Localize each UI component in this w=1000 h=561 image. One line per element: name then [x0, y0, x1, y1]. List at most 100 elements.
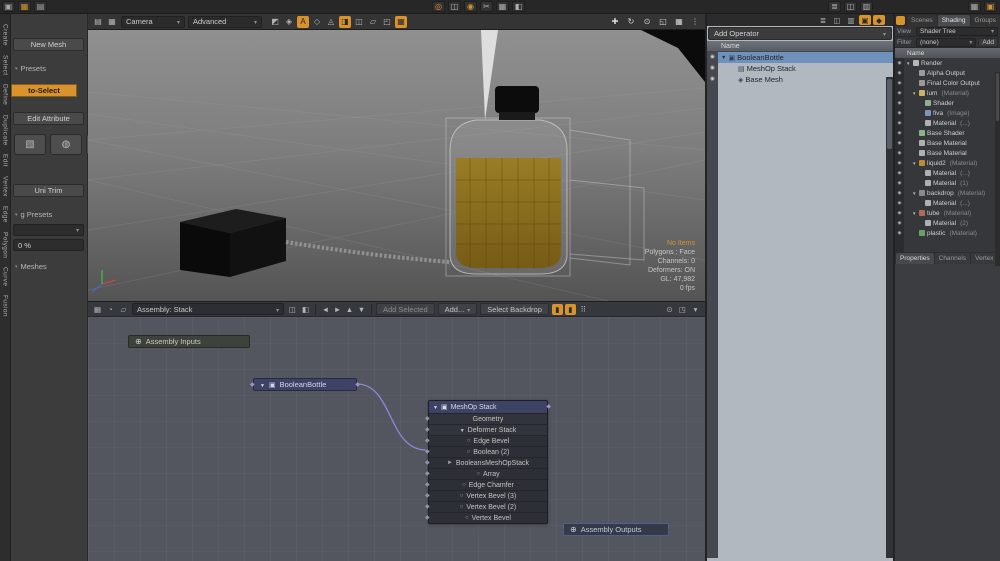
properties-tab[interactable]: Vertex	[971, 253, 997, 264]
visibility-eye-icon[interactable]: ◉	[895, 158, 904, 168]
connector-icon[interactable]: ◆	[425, 493, 430, 499]
connector-icon[interactable]: ◆	[425, 427, 430, 433]
uni-trim-button[interactable]: Uni Trim	[13, 184, 84, 197]
visibility-eye-icon[interactable]: ◉	[895, 78, 904, 88]
connector-icon[interactable]: ◆	[425, 460, 430, 466]
viewport-3d-scene[interactable]: No ItemsPolygons : FaceChannels: 0Deform…	[88, 30, 705, 301]
sidebar-tab[interactable]: Polygon	[2, 232, 9, 258]
sidebar-tab[interactable]: Vertex	[2, 176, 9, 197]
shader-tree-row[interactable]: ◉ ▼ tube (Material)	[895, 208, 1000, 218]
shader-tree-row[interactable]: ◉ Material (...)	[895, 198, 1000, 208]
deformer-stack-row[interactable]: ◆ Deformer Stack	[429, 424, 547, 435]
item-list-row[interactable]: ◉ ◈ Base Mesh	[707, 74, 893, 85]
visibility-eye-icon[interactable]: ◉	[707, 52, 718, 63]
list-filter-icon[interactable]: ▥	[845, 15, 857, 25]
meshop-operator-row[interactable]: ◆ ○ Array	[429, 468, 547, 479]
geometry-row[interactable]: ◆ Geometry	[429, 413, 547, 424]
add-operator-dropdown[interactable]: Add Operator	[708, 27, 892, 40]
expand-arrow-icon[interactable]: ▼	[906, 61, 911, 66]
visibility-eye-icon[interactable]: ◉	[895, 138, 904, 148]
view-dropdown[interactable]: Shader Tree	[916, 27, 998, 36]
connector-icon[interactable]: ◆	[425, 471, 430, 477]
node-align-icon[interactable]: ◫	[287, 304, 298, 315]
shader-tree-row[interactable]: ◉ Base Material	[895, 138, 1000, 148]
select-backdrop-button[interactable]: Select Backdrop	[480, 303, 549, 315]
split-layout-icon[interactable]: ◫	[844, 1, 857, 12]
meshop-operator-row[interactable]: ◆ ○ Boolean (2)	[429, 446, 547, 457]
visibility-eye-icon[interactable]: ◉	[895, 218, 904, 228]
layout-switch-icon[interactable]: ▦	[18, 1, 31, 12]
schematic-folder-icon[interactable]: ▱	[118, 304, 129, 315]
shader-tree-row[interactable]: ◉ Base Material	[895, 148, 1000, 158]
visibility-eye-icon[interactable]: ◉	[895, 148, 904, 158]
lock-toggle-icon[interactable]: ◈	[283, 16, 295, 28]
add-button[interactable]: Add	[978, 38, 998, 47]
assembly-inputs-node[interactable]: Assembly Inputs	[128, 335, 250, 348]
falloff-icon[interactable]: ◧	[512, 1, 525, 12]
shader-tree-row[interactable]: ◉ plastic (Material)	[895, 228, 1000, 238]
proxy-toggle-icon[interactable]: ▱	[367, 16, 379, 28]
shader-tree-row[interactable]: ◉ fiva (Image)	[895, 108, 1000, 118]
visibility-eye-icon[interactable]: ◉	[895, 68, 904, 78]
meshop-node-header[interactable]: MeshOp Stack ◆	[429, 401, 547, 413]
node-grid-icon[interactable]: ◧	[300, 304, 311, 315]
workspace-toggle-icon[interactable]: ▮	[565, 304, 576, 315]
app-menu-icon[interactable]: ▣	[2, 1, 15, 12]
visibility-eye-icon[interactable]: ◉	[895, 168, 904, 178]
falloff-presets-label[interactable]: g Presets	[15, 210, 52, 219]
scrollbar-thumb[interactable]	[996, 73, 999, 121]
visibility-eye-icon[interactable]: ◉	[895, 178, 904, 188]
meshop-operator-row[interactable]: ◆ ○ Edge Chamfer	[429, 479, 547, 490]
visibility-eye-icon[interactable]: ◉	[707, 74, 718, 85]
nav-forward-icon[interactable]: ►	[332, 304, 343, 315]
connector-icon[interactable]: ◆	[425, 438, 430, 444]
shader-tree-scrollbar[interactable]	[995, 72, 1000, 266]
visibility-eye-icon[interactable]: ◉	[895, 118, 904, 128]
shader-tree-row[interactable]: ◉ ▼ backdrop (Material)	[895, 188, 1000, 198]
sidebar-tab[interactable]: Edit	[2, 154, 9, 167]
shader-tree-row[interactable]: ◉ Alpha Output	[895, 68, 1000, 78]
sidebar-tab[interactable]: Select	[2, 55, 9, 75]
visibility-eye-icon[interactable]: ◉	[895, 98, 904, 108]
viewport-style-icon[interactable]: ▦	[106, 16, 118, 28]
shader-tree-row[interactable]: ◉ Material (...)	[895, 118, 1000, 128]
visibility-toggle-icon[interactable]: ◩	[269, 16, 281, 28]
list-search-icon[interactable]: ◆	[873, 15, 885, 25]
symmetry-icon[interactable]: ◫	[448, 1, 461, 12]
collapse-arrow-icon[interactable]	[460, 427, 465, 434]
meshop-operator-row[interactable]: ◆ ► BooleansMeshOpStack	[429, 457, 547, 468]
meshop-operator-row[interactable]: ◆ ○ Vertex Bevel	[429, 512, 547, 523]
overlay-grid-toggle-icon[interactable]: ⠿	[578, 304, 589, 315]
scrollbar-thumb[interactable]	[887, 79, 892, 149]
list-options-icon[interactable]: ≣	[817, 15, 829, 25]
expand-arrow-icon[interactable]: ▼	[912, 191, 917, 196]
collapse-arrow-icon[interactable]	[260, 380, 265, 389]
properties-tab[interactable]: Properties	[896, 253, 934, 264]
shaded-toggle-icon[interactable]: ◨	[339, 16, 351, 28]
shader-tree-row[interactable]: ◉ Material (...)	[895, 168, 1000, 178]
zoom-view-icon[interactable]: ⊙	[641, 16, 653, 28]
shader-panel-tab[interactable]: Scenes	[907, 15, 937, 26]
primitive-sphere-icon[interactable]: ◍	[50, 134, 82, 155]
maximize-view-icon[interactable]: ◱	[657, 16, 669, 28]
sidebar-tab[interactable]: Duplicate	[2, 115, 9, 146]
expand-arrow-icon[interactable]: ▼	[912, 211, 917, 216]
add-dropdown[interactable]: Add...	[438, 303, 478, 315]
active-tool-icon[interactable]: ▣	[984, 1, 997, 12]
expand-arrow-icon[interactable]: ▼	[721, 55, 726, 61]
pan-view-icon[interactable]: ✚	[609, 16, 621, 28]
panel-toggle-icon[interactable]: ▥	[860, 1, 873, 12]
connector-icon[interactable]: ◆	[425, 515, 430, 521]
list-columns-icon[interactable]: ◫	[831, 15, 843, 25]
nav-down-icon[interactable]: ▼	[356, 304, 367, 315]
camera-view-icon[interactable]: ◫	[353, 16, 365, 28]
overlay-toggle-icon[interactable]: ◰	[381, 16, 393, 28]
visibility-eye-icon[interactable]: ◉	[895, 128, 904, 138]
layout-preset-icon[interactable]: ▦	[968, 1, 981, 12]
sidebar-tab[interactable]: Define	[2, 84, 9, 105]
expand-arrow-icon[interactable]: ▼	[912, 161, 917, 166]
ghost-mode-toggle-icon[interactable]: ◇	[311, 16, 323, 28]
viewport-menu-icon[interactable]: ⋮	[689, 16, 701, 28]
wireframe-toggle-icon[interactable]: ◬	[325, 16, 337, 28]
new-mesh-button[interactable]: New Mesh	[13, 38, 84, 51]
